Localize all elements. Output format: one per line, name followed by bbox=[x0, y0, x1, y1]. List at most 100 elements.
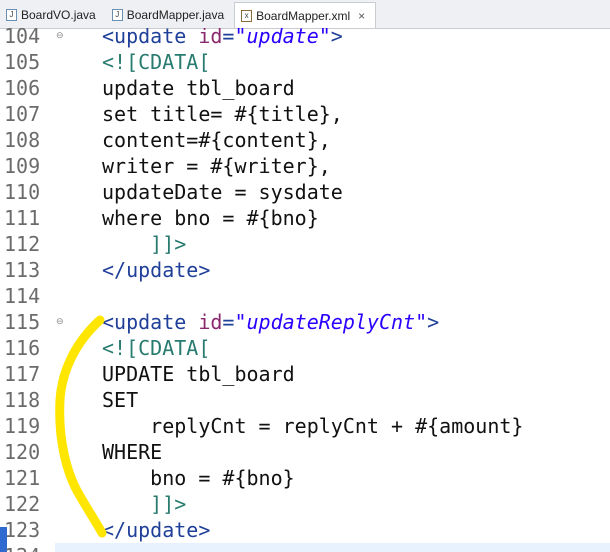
code-token: id bbox=[198, 28, 223, 48]
code-line[interactable]: 110 updateDate = sysdate bbox=[0, 179, 610, 205]
line-number: 117 bbox=[4, 362, 41, 386]
line-number: 105 bbox=[4, 50, 41, 74]
java-interface-icon: J bbox=[111, 9, 123, 21]
code-token: content=#{content}, bbox=[102, 128, 331, 152]
line-number: 118 bbox=[4, 388, 41, 412]
code-token: <update bbox=[102, 310, 199, 334]
code-line[interactable]: 122 ]]> bbox=[0, 491, 610, 517]
code-line[interactable]: 123 </update> bbox=[0, 517, 610, 543]
code-text: <![CDATA[ bbox=[102, 49, 210, 75]
code-text: replyCnt = replyCnt + #{amount} bbox=[102, 413, 523, 439]
code-editor[interactable]: 104 ⊖ <update id="update"> 105 <![CDATA[106 u… bbox=[0, 28, 610, 552]
code-text: ]]> bbox=[102, 231, 186, 257]
code-text: UPDATE tbl_board bbox=[102, 361, 295, 387]
code-line[interactable]: 114 bbox=[0, 283, 610, 309]
code-text: updateDate = sysdate bbox=[102, 179, 343, 205]
code-text: WHERE bbox=[102, 439, 162, 465]
code-text: content=#{content}, bbox=[102, 127, 331, 153]
java-file-icon: J bbox=[6, 9, 17, 21]
code-line[interactable]: 120 WHERE bbox=[0, 439, 610, 465]
code-text: <![CDATA[ bbox=[102, 335, 210, 361]
line-number: 121 bbox=[4, 466, 41, 490]
code-text: where bno = #{bno} bbox=[102, 205, 319, 231]
tab-boardmapper-java[interactable]: J BoardMapper.java bbox=[106, 2, 234, 28]
line-number: 116 bbox=[4, 336, 41, 360]
tab-boardmapper-xml[interactable]: x BoardMapper.xml × bbox=[234, 2, 377, 28]
code-text: update tbl_board bbox=[102, 75, 295, 101]
code-token: UPDATE tbl_board bbox=[102, 362, 295, 386]
code-text: <update id="update"> bbox=[102, 28, 343, 49]
code-line[interactable]: 115 ⊖ <update id="updateReplyCnt"> bbox=[0, 309, 610, 335]
code-line[interactable]: 112 ]]> bbox=[0, 231, 610, 257]
line-number: 106 bbox=[4, 76, 41, 100]
line-number: 109 bbox=[4, 154, 41, 178]
line-number: 122 bbox=[4, 492, 41, 516]
code-token: ]]> bbox=[102, 492, 187, 516]
code-line[interactable]: 118 SET bbox=[0, 387, 610, 413]
code-token: set title= #{title}, bbox=[102, 102, 343, 126]
line-number: 112 bbox=[4, 232, 41, 256]
code-token: id bbox=[198, 310, 223, 334]
code-token: "updateReplyCnt" bbox=[234, 310, 428, 334]
code-line[interactable]: 107 set title= #{title}, bbox=[0, 101, 610, 127]
code-token: </update> bbox=[102, 258, 211, 282]
code-line[interactable]: 111 where bno = #{bno} bbox=[0, 205, 610, 231]
code-line[interactable]: 109 writer = #{writer}, bbox=[0, 153, 610, 179]
code-line[interactable]: 106 update tbl_board bbox=[0, 75, 610, 101]
code-token: replyCnt = replyCnt + #{amount} bbox=[102, 414, 524, 438]
code-token: <![CDATA[ bbox=[102, 336, 211, 360]
code-text: writer = #{writer}, bbox=[102, 153, 331, 179]
code-token: </update> bbox=[102, 518, 211, 542]
close-icon[interactable]: × bbox=[358, 9, 365, 23]
code-token: > bbox=[330, 28, 343, 48]
line-number: 108 bbox=[4, 128, 41, 152]
tab-boardvo-java[interactable]: J BoardVO.java bbox=[0, 2, 106, 28]
line-number: 119 bbox=[4, 414, 41, 438]
code-text: set title= #{title}, bbox=[102, 101, 343, 127]
line-number: 124 bbox=[4, 543, 66, 552]
code-token: writer = #{writer}, bbox=[102, 154, 331, 178]
code-token: = bbox=[222, 28, 235, 48]
code-line[interactable]: 105 <![CDATA[ bbox=[0, 49, 610, 75]
line-number: 120 bbox=[4, 440, 41, 464]
code-line[interactable]: 117 UPDATE tbl_board bbox=[0, 361, 610, 387]
code-text: bno = #{bno} bbox=[102, 465, 295, 491]
xml-file-icon: x bbox=[241, 9, 253, 22]
code-line[interactable]: 121 bno = #{bno} bbox=[0, 465, 610, 491]
code-token: updateDate = sysdate bbox=[102, 180, 343, 204]
fold-toggle-icon[interactable]: ⊖ bbox=[56, 318, 64, 327]
code-token: bno = #{bno} bbox=[102, 466, 295, 490]
code-line[interactable]: 116 <![CDATA[ bbox=[0, 335, 610, 361]
code-token: update tbl_board bbox=[102, 76, 295, 100]
code-token: <update bbox=[102, 28, 199, 48]
line-number: 113 bbox=[4, 258, 41, 282]
code-token: WHERE bbox=[102, 440, 163, 464]
code-token: <![CDATA[ bbox=[102, 50, 211, 74]
editor-tab-bar: J BoardVO.java J BoardMapper.java x Boar… bbox=[0, 0, 610, 29]
tab-label: BoardMapper.java bbox=[126, 8, 225, 22]
code-text: </update> bbox=[102, 257, 210, 283]
fold-toggle-icon[interactable]: ⊖ bbox=[56, 32, 64, 41]
tab-label: BoardMapper.xml bbox=[256, 8, 351, 23]
code-text: <update id="updateReplyCnt"> bbox=[102, 309, 439, 335]
line-number: 111 bbox=[4, 206, 41, 230]
line-number: 114 bbox=[4, 284, 41, 308]
tab-label: BoardVO.java bbox=[21, 8, 96, 22]
code-text: </update> bbox=[102, 517, 210, 543]
code-line[interactable]: 104 ⊖ <update id="update"> bbox=[0, 28, 610, 49]
code-text: ]]> bbox=[102, 491, 186, 517]
line-number: 107 bbox=[4, 102, 41, 126]
code-line[interactable]: 124 bbox=[0, 543, 610, 552]
code-token: SET bbox=[102, 388, 139, 412]
code-line[interactable]: 113 </update> bbox=[0, 257, 610, 283]
code-line[interactable]: 108 content=#{content}, bbox=[0, 127, 610, 153]
code-token: = bbox=[222, 310, 235, 334]
line-number: 123 bbox=[4, 518, 41, 542]
code-token: where bno = #{bno} bbox=[102, 206, 319, 230]
code-token: > bbox=[427, 310, 440, 334]
code-token: ]]> bbox=[102, 232, 187, 256]
code-text: SET bbox=[102, 387, 138, 413]
line-number: 110 bbox=[4, 180, 41, 204]
code-line[interactable]: 119 replyCnt = replyCnt + #{amount} bbox=[0, 413, 610, 439]
code-token: "update" bbox=[234, 28, 331, 48]
